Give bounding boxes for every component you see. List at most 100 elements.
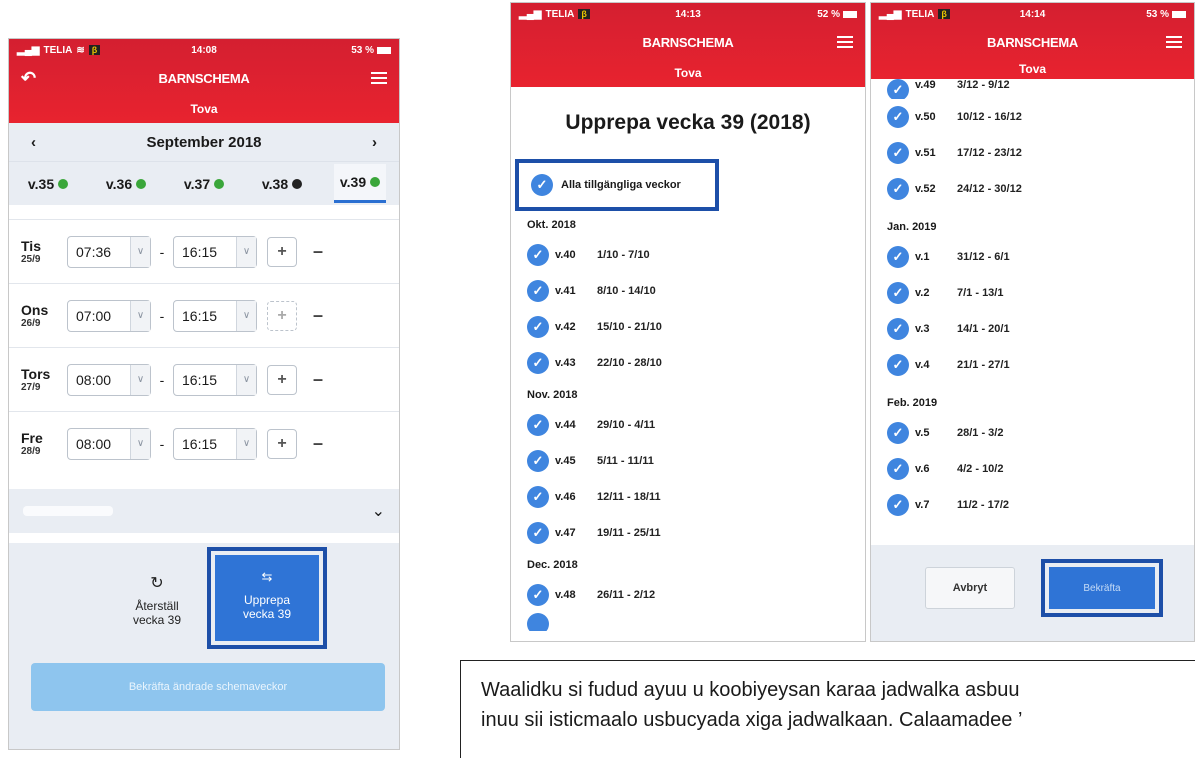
phone-schedule-screen: ▂▄▆ TELIA ≋ β 14:08 53 % ↶ BARNSCHEMA Tova …	[8, 38, 400, 750]
check-icon: ✓	[527, 414, 549, 436]
status-dot-icon	[370, 177, 381, 187]
remove-interval-button[interactable]: –	[313, 433, 323, 454]
dialog-title: Upprepa vecka 39 (2018)	[565, 111, 811, 134]
hamburger-menu-icon[interactable]	[837, 36, 853, 48]
day-name: Fre	[21, 430, 43, 446]
repeat-label-line2: vecka 39	[242, 607, 292, 621]
end-time-select[interactable]: 16:15 ∨	[173, 235, 257, 268]
chevron-down-icon: ∨	[236, 300, 256, 331]
end-time-select[interactable]: 16:15 ∨	[173, 363, 257, 396]
status-dot-icon	[136, 178, 147, 189]
week-number: v.41	[555, 285, 576, 297]
week-checkbox-row[interactable]: ✓ v.49 3/12 - 9/12	[871, 79, 1194, 99]
week-checkbox-row[interactable]: ✓ v.4 21/1 - 27/1	[871, 347, 1194, 383]
reset-label-line2: vecka 39	[132, 613, 182, 627]
confirm-changes-button[interactable]: Bekräfta ändrade schemaveckor	[31, 663, 385, 711]
chevron-down-icon[interactable]: ⌄	[372, 501, 385, 521]
carrier-name: TELIA	[43, 44, 73, 56]
week-checkbox-row[interactable]: ✓ v.5 28/1 - 3/2	[871, 415, 1194, 451]
start-time-select[interactable]: 07:36 ∨	[67, 235, 151, 268]
week-label: v.39	[339, 174, 367, 190]
week-number: v.2	[915, 287, 930, 299]
hamburger-menu-icon[interactable]	[371, 72, 387, 84]
reset-week-button[interactable]: ↻ Återställ vecka 39	[117, 573, 197, 627]
end-time-select[interactable]: 16:15 ∨	[173, 427, 257, 460]
check-icon: ✓	[527, 280, 549, 302]
chevron-right-icon[interactable]: ›	[372, 134, 377, 151]
week-date-range: 31/12 - 6/1	[957, 251, 1010, 263]
week-label: v.37	[183, 175, 211, 192]
end-time-value: 16:15	[182, 371, 218, 388]
day-row: Ons 26/9 07:00 ∨ - 16:15 ∨ + –	[9, 283, 399, 347]
week-checkbox-row[interactable]: ✓ v.44 29/10 - 4/11	[511, 407, 865, 443]
week-checkbox-row[interactable]: ✓ v.6 4/2 - 10/2	[871, 451, 1194, 487]
week-number: v.44	[555, 419, 576, 431]
week-date-range: 8/10 - 14/10	[597, 285, 656, 297]
week-number: v.49	[915, 79, 936, 91]
start-time-select[interactable]: 08:00 ∨	[67, 363, 151, 396]
add-interval-button[interactable]: +	[267, 300, 297, 331]
child-name: Tova	[190, 102, 218, 116]
add-interval-button[interactable]: +	[267, 428, 297, 459]
week-checkbox-row[interactable]: ✓ v.47 19/11 - 25/11	[511, 515, 865, 551]
confirm-button[interactable]: Bekräfta	[1049, 567, 1155, 609]
week-tab[interactable]: v.36	[100, 166, 152, 202]
repeat-week-button[interactable]: ⇆ Upprepa vecka 39	[215, 555, 319, 641]
time-separator: -	[159, 435, 165, 452]
chevron-left-icon[interactable]: ‹	[31, 134, 36, 151]
status-dot-icon	[292, 178, 303, 189]
all-weeks-checkbox[interactable]: ✓ Alla tillgängliga veckor	[515, 159, 719, 211]
month-header: Jan. 2019	[887, 221, 937, 233]
week-checkbox-row[interactable]: ✓ v.52 24/12 - 30/12	[871, 171, 1194, 207]
day-date: 28/9	[21, 446, 41, 457]
chevron-down-icon: ∨	[236, 364, 256, 395]
end-time-select[interactable]: 16:15 ∨	[173, 299, 257, 332]
start-time-select[interactable]: 08:00 ∨	[67, 427, 151, 460]
clock: 14:08	[191, 44, 217, 56]
remove-interval-button[interactable]: –	[313, 241, 323, 262]
week-checkbox-row[interactable]: ✓ v.41 8/10 - 14/10	[511, 273, 865, 309]
week-tab-selected[interactable]: v.39	[333, 164, 387, 203]
week-checkbox-row[interactable]: ✓ v.42 15/10 - 21/10	[511, 309, 865, 345]
week-checkbox-row[interactable]: ✓ v.46 12/11 - 18/11	[511, 479, 865, 515]
hamburger-menu-icon[interactable]	[1166, 36, 1182, 48]
week-checkbox-row[interactable]: ✓ v.7 11/2 - 17/2	[871, 487, 1194, 523]
chevron-down-icon: ∨	[130, 364, 150, 395]
clock: 14:14	[1019, 8, 1046, 20]
week-checkbox-row[interactable]: ✓ v.45 5/11 - 11/11	[511, 443, 865, 479]
week-checklist: Okt. 2018 ✓ v.40 1/10 - 7/10 ✓ v.41 8/10 - 14/…	[511, 211, 865, 631]
remove-interval-button[interactable]: –	[313, 369, 323, 390]
check-icon: ✓	[887, 318, 909, 340]
week-checkbox-row[interactable]: ✓ v.43 22/10 - 28/10	[511, 345, 865, 381]
week-checkbox-row[interactable]: ✓ v.40 1/10 - 7/10	[511, 237, 865, 273]
check-icon: ✓	[527, 486, 549, 508]
check-icon: ✓	[527, 522, 549, 544]
start-time-select[interactable]: 07:00 ∨	[67, 299, 151, 332]
week-checkbox-row[interactable]: ✓ v.3 14/1 - 20/1	[871, 311, 1194, 347]
add-interval-button[interactable]: +	[267, 364, 297, 395]
beta-badge: β	[938, 9, 950, 19]
child-name: Tova	[674, 66, 702, 80]
battery-icon	[1172, 10, 1186, 18]
day-name: Ons	[21, 302, 49, 318]
time-separator: -	[159, 307, 165, 324]
week-checkbox-row[interactable]: ✓ v.1 31/12 - 6/1	[871, 239, 1194, 275]
cancel-button[interactable]: Avbryt	[925, 567, 1015, 609]
add-interval-button[interactable]: +	[267, 236, 297, 267]
week-checkbox-row[interactable]: ✓ v.48 26/11 - 2/12	[511, 577, 865, 613]
week-checkbox-row[interactable]: ✓ v.51 17/12 - 23/12	[871, 135, 1194, 171]
week-tab[interactable]: v.37	[178, 166, 230, 202]
back-arrow-icon[interactable]: ↶	[21, 68, 36, 89]
collapsed-section[interactable]: ⌄	[9, 489, 399, 533]
week-checkbox-row-partial[interactable]	[511, 613, 865, 631]
week-tab[interactable]: v.38	[256, 166, 308, 202]
remove-interval-button[interactable]: –	[313, 305, 323, 326]
week-checkbox-row[interactable]: ✓ v.50 10/12 - 16/12	[871, 99, 1194, 135]
carrier-name: TELIA	[905, 8, 935, 20]
week-tab[interactable]: v.35	[22, 166, 74, 202]
week-date-range: 1/10 - 7/10	[597, 249, 650, 261]
week-checkbox-row[interactable]: ✓ v.2 7/1 - 13/1	[871, 275, 1194, 311]
week-number: v.4	[915, 359, 930, 371]
month-navigator: ‹ September 2018 ›	[9, 123, 399, 161]
week-date-range: 7/1 - 13/1	[957, 287, 1004, 299]
